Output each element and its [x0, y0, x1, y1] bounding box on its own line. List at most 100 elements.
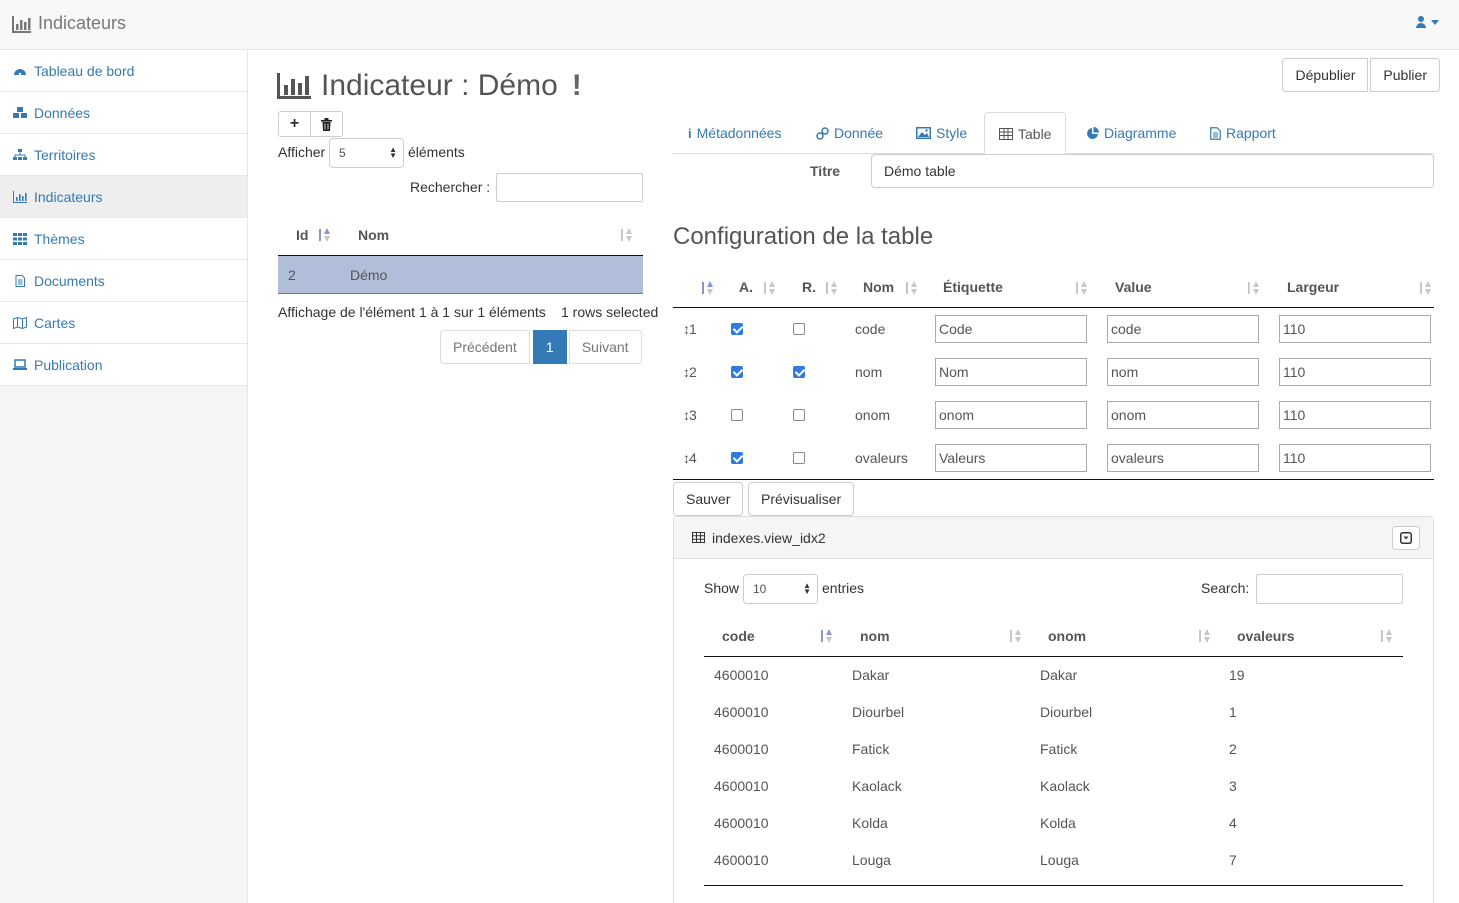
- sort-icon[interactable]: [1419, 281, 1431, 295]
- table-row[interactable]: 4600010 Kaolack Kaolack 3: [704, 768, 1403, 805]
- value-input[interactable]: onom: [1107, 401, 1259, 429]
- tab-rapport[interactable]: Rapport: [1210, 112, 1276, 154]
- sort-icon[interactable]: [1198, 629, 1210, 643]
- page-title-text: Indicateur : Démo: [321, 69, 558, 102]
- sort-asc-icon[interactable]: [318, 228, 330, 242]
- column-header-nom[interactable]: Nom: [358, 227, 389, 243]
- etiquette-input[interactable]: Valeurs: [935, 444, 1087, 472]
- cell-nom: onom: [855, 407, 891, 423]
- cell-onom: Dakar: [1040, 667, 1078, 683]
- etiquette-input[interactable]: Code: [935, 315, 1087, 343]
- titre-input[interactable]: Démo table: [871, 154, 1434, 188]
- largeur-input[interactable]: 110: [1279, 315, 1431, 343]
- value-input[interactable]: nom: [1107, 358, 1259, 386]
- rows-selected: 1 rows selected: [561, 304, 659, 320]
- etiquette-input[interactable]: onom: [935, 401, 1087, 429]
- largeur-input[interactable]: 110: [1279, 358, 1431, 386]
- unpublish-button[interactable]: Dépublier: [1282, 58, 1369, 92]
- column-header-onom[interactable]: onom: [1048, 628, 1086, 644]
- column-header-etiquette[interactable]: Étiquette: [943, 279, 1003, 295]
- column-header-value[interactable]: Value: [1115, 279, 1152, 295]
- previous-page-button[interactable]: Précédent: [440, 330, 530, 364]
- sidebar-item-label: Tableau de bord: [34, 62, 135, 79]
- page-length-select[interactable]: 5 ▲ ▼: [329, 138, 404, 168]
- column-header-id[interactable]: Id: [296, 227, 308, 243]
- brand[interactable]: Indicateurs: [12, 13, 126, 34]
- column-header-nom[interactable]: Nom: [863, 279, 894, 295]
- sidebar-item-tableau-de-bord[interactable]: Tableau de bord: [0, 50, 247, 92]
- sort-icon[interactable]: [763, 281, 775, 295]
- sidebar-item-indicateurs[interactable]: Indicateurs: [0, 176, 247, 218]
- config-row: ↕ 2 nom Nom nom 110: [673, 351, 1434, 394]
- list-table-header: Id Nom: [278, 218, 643, 256]
- page-1-button[interactable]: 1: [532, 330, 567, 364]
- table-row[interactable]: 4600010 Louga Louga 7: [704, 842, 1403, 879]
- sort-asc-icon[interactable]: [701, 281, 713, 295]
- sort-icon[interactable]: [1380, 629, 1392, 643]
- column-header-largeur[interactable]: Largeur: [1287, 279, 1339, 295]
- cell-onom: Diourbel: [1040, 704, 1093, 720]
- sort-icon[interactable]: [620, 228, 632, 242]
- checkbox-a[interactable]: [731, 366, 743, 378]
- save-button[interactable]: Sauver: [673, 482, 744, 516]
- sidebar-item-themes[interactable]: Thèmes: [0, 218, 247, 260]
- sort-icon[interactable]: [1009, 629, 1021, 643]
- titre-label: Titre: [810, 163, 841, 179]
- sort-icon[interactable]: [1075, 281, 1087, 295]
- tab-diagramme[interactable]: Diagramme: [1086, 112, 1176, 154]
- tab-style[interactable]: Style: [916, 112, 967, 154]
- value-input[interactable]: code: [1107, 315, 1259, 343]
- sort-icon[interactable]: [905, 281, 917, 295]
- cell-nom: ovaleurs: [855, 450, 908, 466]
- sidebar-item-documents[interactable]: Documents: [0, 260, 247, 302]
- value-input[interactable]: ovaleurs: [1107, 444, 1259, 472]
- sidebar: Tableau de bord Données Territoires Indi…: [0, 50, 248, 903]
- cell-nom: Dakar: [852, 667, 890, 683]
- collapse-button[interactable]: [1392, 526, 1420, 550]
- checkbox-r[interactable]: [793, 452, 805, 464]
- checkbox-a[interactable]: [731, 452, 743, 464]
- tab-table[interactable]: Table: [984, 112, 1067, 155]
- user-menu[interactable]: [1415, 16, 1439, 28]
- sidebar-item-donnees[interactable]: Données: [0, 92, 247, 134]
- etiquette-input[interactable]: Nom: [935, 358, 1087, 386]
- tab-donnee[interactable]: Donnée: [816, 112, 883, 154]
- checkbox-a[interactable]: [731, 409, 743, 421]
- column-header-a[interactable]: A.: [739, 279, 753, 295]
- preview-button[interactable]: Prévisualiser: [748, 482, 855, 516]
- table-row[interactable]: 2 Démo: [278, 256, 643, 294]
- preview-search-input[interactable]: [1256, 574, 1403, 604]
- entries-select[interactable]: 10 ▲ ▼: [743, 574, 818, 604]
- cell-ovaleurs: 1: [1229, 704, 1237, 720]
- publish-button[interactable]: Publier: [1370, 58, 1440, 92]
- bar-chart-icon: [13, 190, 27, 203]
- next-page-button[interactable]: Suivant: [568, 330, 642, 364]
- delete-button[interactable]: [310, 111, 343, 137]
- column-header-ovaleurs[interactable]: ovaleurs: [1237, 628, 1295, 644]
- sort-icon[interactable]: [825, 281, 837, 295]
- largeur-input[interactable]: 110: [1279, 444, 1431, 472]
- search-input[interactable]: [496, 173, 643, 202]
- column-header-nom[interactable]: nom: [860, 628, 890, 644]
- largeur-input[interactable]: 110: [1279, 401, 1431, 429]
- sort-icon[interactable]: [1247, 281, 1259, 295]
- sidebar-item-territoires[interactable]: Territoires: [0, 134, 247, 176]
- column-header-r[interactable]: R.: [802, 279, 816, 295]
- add-button[interactable]: +: [278, 111, 311, 137]
- table-row[interactable]: 4600010 Fatick Fatick 2: [704, 731, 1403, 768]
- table-row[interactable]: 4600010 Kolda Kolda 4: [704, 805, 1403, 842]
- checkbox-r[interactable]: [793, 409, 805, 421]
- table-row[interactable]: 4600010 Diourbel Diourbel 1: [704, 694, 1403, 731]
- table-row[interactable]: 4600010 Dakar Dakar 19: [704, 657, 1403, 694]
- checkbox-r[interactable]: [793, 366, 805, 378]
- checkbox-r[interactable]: [793, 323, 805, 335]
- column-header-code[interactable]: code: [722, 628, 755, 644]
- main-content: Indicateur : Démo ! Dépublier Publier + …: [248, 50, 1459, 903]
- config-title: Configuration de la table: [673, 223, 934, 250]
- checkbox-a[interactable]: [731, 323, 743, 335]
- sidebar-item-cartes[interactable]: Cartes: [0, 302, 247, 344]
- sort-asc-icon[interactable]: [820, 629, 832, 643]
- sidebar-item-publication[interactable]: Publication: [0, 344, 247, 386]
- row-order: 1: [689, 321, 697, 337]
- tab-metadonnees[interactable]: i Métadonnées: [688, 112, 781, 154]
